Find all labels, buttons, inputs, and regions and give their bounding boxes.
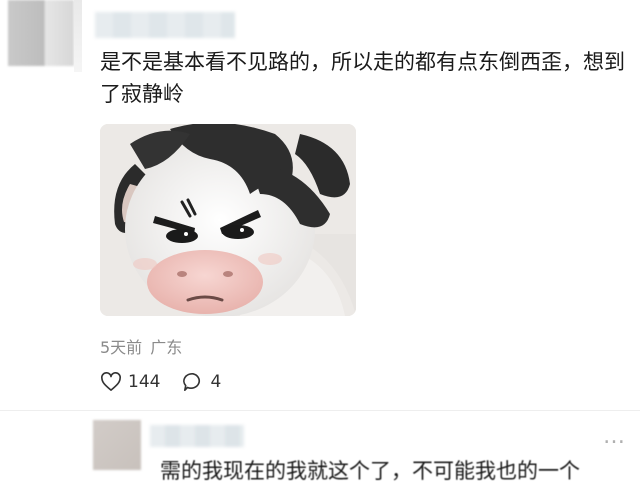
next-comment-text: 需的我现在的我就这个了，不可能我也的一个 [160,459,580,483]
comment-text: 是不是基本看不见路的，所以走的都有点东倒西歪，想到了寂静岭 [100,50,625,106]
reply-count: 4 [210,372,222,392]
comment-time: 5天前 [100,338,143,357]
cow-sticker-icon [100,124,356,316]
like-count: 144 [128,372,161,392]
username-blurred[interactable] [150,425,244,447]
angry-cow-sticker[interactable] [100,124,356,316]
comment-meta: 5天前 广东 [100,334,190,358]
more-icon[interactable]: … [603,424,625,449]
avatar-edge [74,0,82,72]
heart-icon [101,372,121,391]
comment-divider [0,410,640,411]
comment-actions: 144 4 [100,372,243,392]
avatar[interactable] [8,0,74,66]
comment-location: 广东 [150,338,183,357]
avatar[interactable] [93,420,141,470]
username-blurred[interactable] [95,12,235,38]
like-button[interactable]: 144 [100,372,160,392]
chat-bubble-icon [183,372,201,391]
reply-button[interactable]: 4 [182,372,221,392]
